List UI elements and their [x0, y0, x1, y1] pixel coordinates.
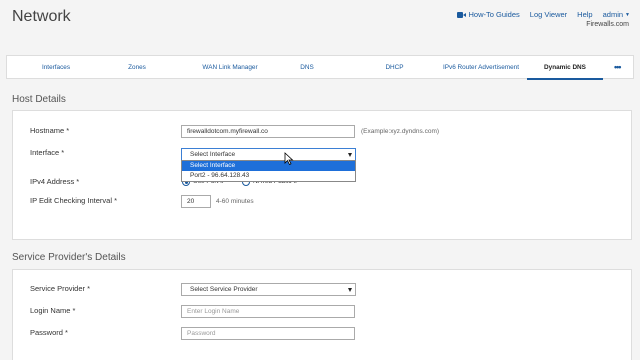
provider-details-title: Service Provider's Details: [12, 252, 126, 263]
ip-checking-interval-label: IP Edit Checking Interval *: [30, 196, 117, 205]
app-header: Network How-To Guides Log Viewer Help ad…: [0, 0, 640, 50]
page-title: Network: [12, 8, 71, 25]
service-provider-select[interactable]: Select Service Provider: [181, 283, 356, 296]
domain-label: Firewalls.com: [586, 21, 629, 28]
dropdown-arrow-icon: [348, 288, 352, 292]
chevron-down-icon: ▼: [625, 11, 630, 18]
how-to-guides-label: How-To Guides: [468, 10, 520, 19]
login-name-input[interactable]: Enter Login Name: [181, 305, 355, 318]
more-tabs-icon[interactable]: •••: [614, 62, 622, 72]
top-links: How-To Guides Log Viewer Help admin ▼: [456, 10, 630, 19]
tab-interfaces[interactable]: Interfaces: [21, 56, 91, 80]
interface-dropdown-list: Select Interface Port2 - 96.64.128.43: [181, 160, 356, 182]
log-viewer-link[interactable]: Log Viewer: [530, 10, 567, 19]
tab-dns[interactable]: DNS: [287, 56, 327, 80]
host-details-title: Host Details: [12, 94, 66, 105]
interface-select-value: Select Interface: [190, 151, 236, 158]
hostname-label: Hostname *: [30, 126, 70, 135]
service-provider-label: Service Provider *: [30, 284, 91, 293]
hostname-input[interactable]: firewalldotcom.myfirewall.co: [181, 125, 355, 138]
hostname-hint: (Example:xyz.dyndns.com): [361, 128, 440, 135]
video-camera-icon: [456, 11, 466, 18]
dropdown-arrow-icon: [348, 153, 352, 157]
interface-label: Interface *: [30, 148, 65, 157]
help-link[interactable]: Help: [577, 10, 592, 19]
user-menu[interactable]: admin ▼: [603, 10, 630, 19]
tab-bar: Interfaces Zones WAN Link Manager DNS DH…: [6, 55, 634, 80]
service-provider-select-value: Select Service Provider: [190, 286, 258, 293]
how-to-guides-link[interactable]: How-To Guides: [456, 10, 520, 19]
ipv4-label: IPv4 Address *: [30, 177, 80, 186]
tab-dhcp[interactable]: DHCP: [372, 56, 417, 80]
ip-checking-interval-hint: 4-60 minutes: [216, 198, 254, 205]
tab-zones[interactable]: Zones: [107, 56, 167, 80]
tab-ipv6-router-advertisement[interactable]: IPv6 Router Advertisement: [433, 56, 529, 80]
password-input[interactable]: Password: [181, 327, 355, 340]
tab-wan-link-manager[interactable]: WAN Link Manager: [185, 56, 275, 80]
interface-option-port2[interactable]: Port2 - 96.64.128.43: [182, 171, 355, 181]
ip-checking-interval-input[interactable]: 20: [181, 195, 211, 208]
user-name: admin: [602, 10, 624, 19]
tab-dynamic-dns[interactable]: Dynamic DNS: [527, 56, 603, 80]
mouse-cursor-icon: [284, 152, 294, 166]
interface-option-select[interactable]: Select Interface: [182, 161, 355, 171]
password-label: Password *: [30, 328, 68, 337]
login-name-label: Login Name *: [30, 306, 76, 315]
